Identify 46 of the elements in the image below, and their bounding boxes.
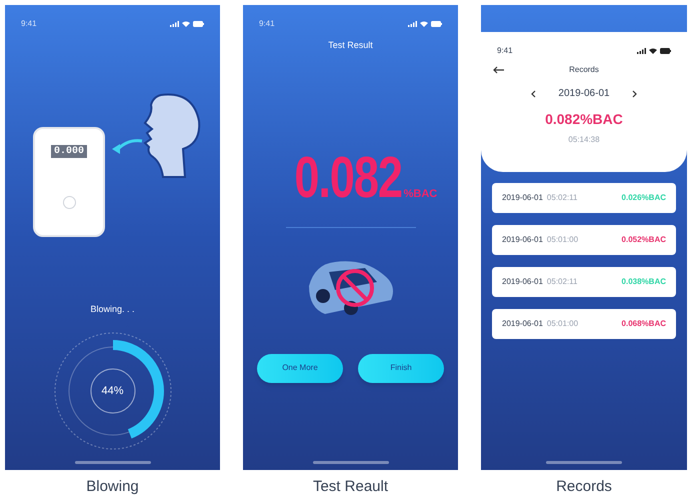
status-time: 9:41 [497,45,513,57]
bac-value: 0.082 [294,148,402,206]
wifi-icon [649,48,657,54]
back-arrow-icon[interactable] [493,66,504,74]
record-date: 2019-06-01 [502,234,543,246]
record-row[interactable]: 2019-06-01 05:02:11 0.038%BAC [492,267,676,297]
chevron-left-icon[interactable] [531,90,536,98]
signal-icon [637,48,646,54]
latest-time: 05:14:38 [567,134,601,146]
record-bac-value: 0.038%BAC [622,276,666,288]
blowing-status: Blowing. . . [89,303,136,316]
status-time: 9:41 [21,18,37,30]
record-time: 05:01:00 [546,318,578,330]
screen-title: Records [569,64,599,76]
record-date: 2019-06-01 [502,192,543,204]
device-display: 0.000 [50,145,87,158]
selected-date: 2019-06-01 [558,87,610,101]
record-bac-value: 0.052%BAC [622,234,666,246]
bac-unit: %BAC [404,187,438,202]
battery-icon [660,48,671,54]
signal-icon [408,21,417,27]
progress-percent: 44% [101,383,124,398]
record-bac-value: 0.068%BAC [622,318,666,330]
record-date: 2019-06-01 [502,318,543,330]
wifi-icon [420,21,428,27]
record-time: 05:01:00 [546,234,578,246]
status-time: 9:41 [259,18,275,30]
record-row[interactable]: 2019-06-01 05:02:11 0.026%BAC [492,183,676,213]
record-time: 05:02:11 [546,276,578,288]
record-row[interactable]: 2019-06-01 05:01:00 0.068%BAC [492,309,676,339]
signal-icon [170,21,179,27]
screen-caption: Blowing [86,479,139,494]
action-button[interactable]: Finish [358,354,444,382]
latest-bac-value: 0.082%BAC [544,110,624,129]
screen-caption: Records [556,479,612,494]
battery-icon [431,21,442,27]
screen-caption: Test Reault [312,479,388,494]
record-bac-value: 0.026%BAC [622,192,666,204]
screen-title: Test Result [327,39,374,52]
wifi-icon [182,21,190,27]
record-row[interactable]: 2019-06-01 05:01:00 0.052%BAC [492,225,676,255]
chevron-right-icon[interactable] [632,90,637,98]
action-button[interactable]: One More [257,354,343,382]
record-time: 05:02:11 [546,192,578,204]
battery-icon [193,21,204,27]
record-date: 2019-06-01 [502,276,543,288]
